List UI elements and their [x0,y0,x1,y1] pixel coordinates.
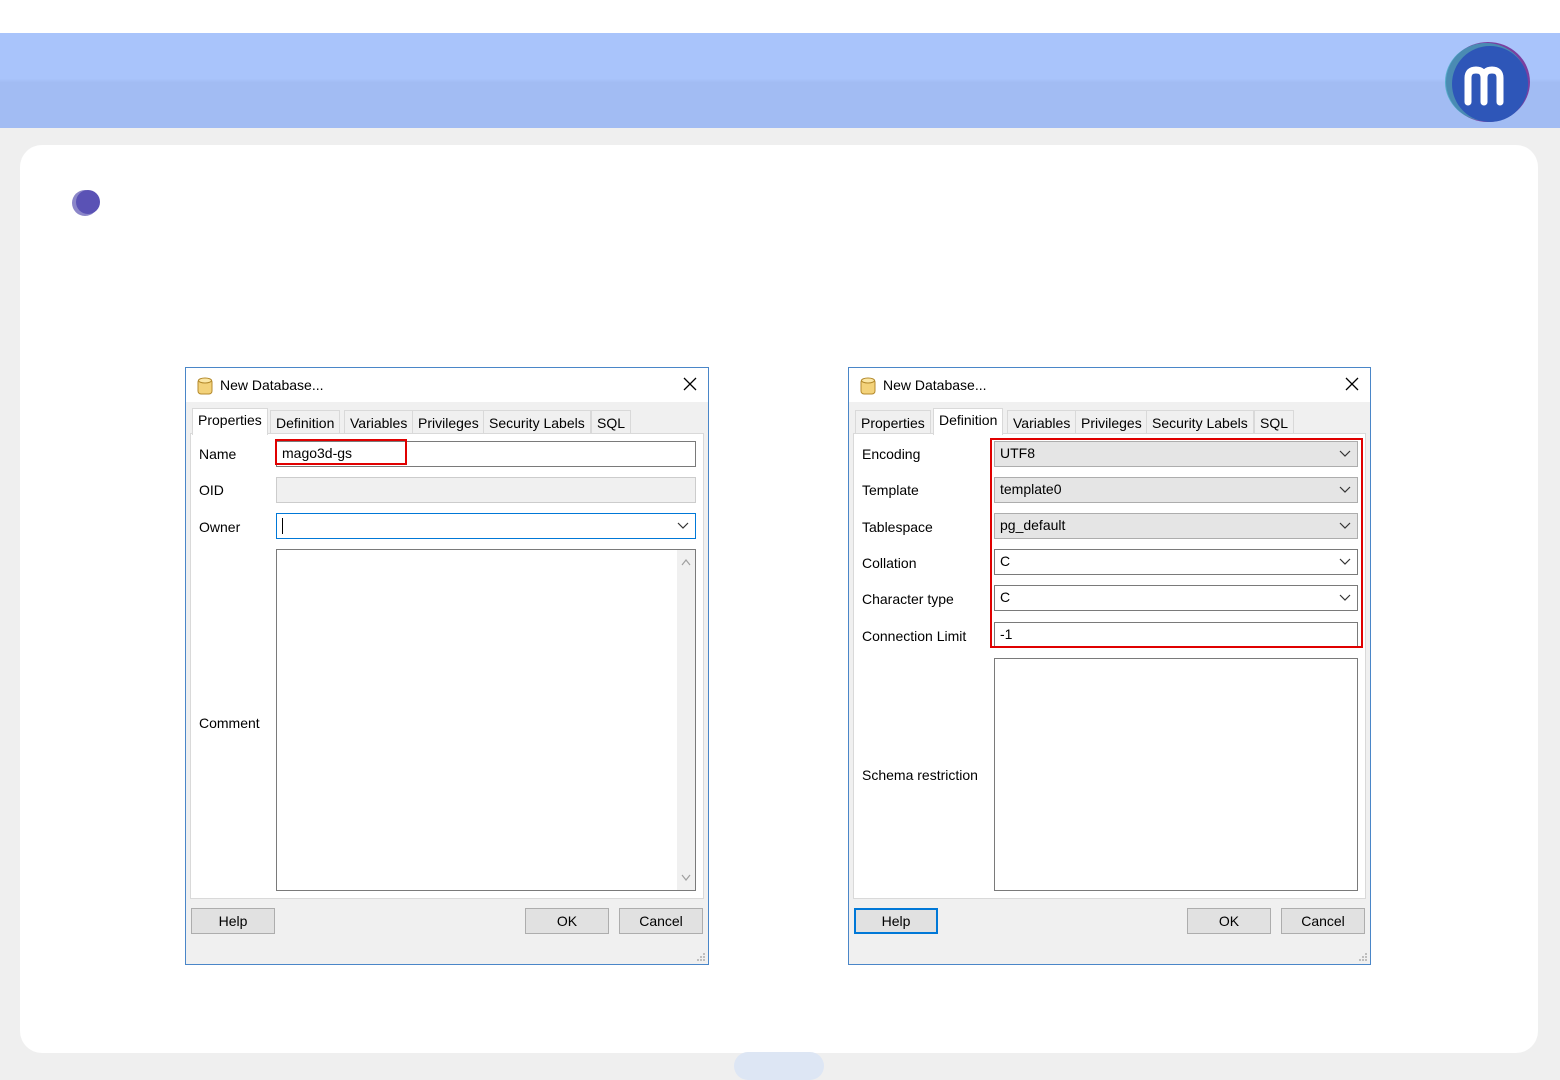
tab-definition[interactable]: Definition [270,410,341,434]
comment-label: Comment [199,715,260,731]
tab-properties[interactable]: Properties [855,410,931,434]
character-type-label: Character type [862,591,954,607]
owner-label: Owner [199,519,241,535]
tablespace-value: pg_default [1000,517,1066,533]
help-button[interactable]: Help [854,908,938,934]
tab-privileges[interactable]: Privileges [412,410,485,434]
brand-logo-icon [1445,42,1530,122]
bullet-icon [72,190,100,216]
new-database-dialog-definition: New Database... Properties Definition Va… [848,367,1371,965]
oid-input [276,477,696,503]
tab-sql[interactable]: SQL [1254,410,1295,434]
comment-scrollbar[interactable] [677,550,695,890]
tab-properties[interactable]: Properties [192,408,268,435]
header-banner [0,33,1560,128]
chevron-down-icon[interactable] [1339,450,1351,458]
scroll-up-icon[interactable] [681,558,691,566]
schema-restriction-label: Schema restriction [862,767,978,783]
cancel-button[interactable]: Cancel [1281,908,1365,934]
tab-security-labels[interactable]: Security Labels [1146,410,1254,434]
owner-combobox[interactable] [276,513,696,539]
ok-button[interactable]: OK [525,908,609,934]
oid-label: OID [199,482,224,498]
collation-combobox[interactable]: C [994,549,1358,575]
character-type-combobox[interactable]: C [994,585,1358,611]
collation-value: C [1000,553,1011,569]
definition-panel: Encoding UTF8 Template template0 Tablesp… [853,433,1366,899]
tab-variables[interactable]: Variables [344,410,414,434]
collation-label: Collation [862,555,917,571]
tab-variables[interactable]: Variables [1007,410,1077,434]
close-icon[interactable] [1344,376,1360,392]
dialog-title: New Database... [883,377,987,393]
chevron-down-icon[interactable] [1339,486,1351,494]
help-button[interactable]: Help [191,908,275,934]
ok-button[interactable]: OK [1187,908,1271,934]
tab-sql[interactable]: SQL [591,410,632,434]
connection-limit-label: Connection Limit [862,628,967,644]
tab-security-labels[interactable]: Security Labels [483,410,591,434]
tablespace-label: Tablespace [862,519,933,535]
chevron-down-icon[interactable] [1339,558,1351,566]
close-icon[interactable] [682,376,698,392]
scroll-down-icon[interactable] [681,874,691,882]
encoding-label: Encoding [862,446,921,462]
tab-definition[interactable]: Definition [933,408,1004,435]
encoding-select[interactable]: UTF8 [994,441,1358,467]
tab-privileges[interactable]: Privileges [1075,410,1148,434]
name-label: Name [199,446,237,462]
tablespace-select[interactable]: pg_default [994,513,1358,539]
text-caret [282,518,283,535]
character-type-value: C [1000,589,1011,605]
name-input[interactable]: mago3d-gs [276,441,696,467]
template-value: template0 [1000,481,1062,497]
new-database-dialog-properties: New Database... Properties Definition Va… [185,367,709,965]
dialog-title: New Database... [220,377,324,393]
resize-grip-icon[interactable] [696,952,706,962]
database-icon [197,377,213,395]
properties-panel: Name mago3d-gs OID Owner Comment [190,433,704,899]
chevron-down-icon[interactable] [677,522,689,530]
dialog-titlebar: New Database... [849,368,1370,402]
cancel-button[interactable]: Cancel [619,908,703,934]
dialog-titlebar: New Database... [186,368,708,402]
schema-restriction-textarea[interactable] [994,658,1358,891]
connection-limit-input[interactable]: -1 [994,622,1358,648]
resize-grip-icon[interactable] [1358,952,1368,962]
database-icon [860,377,876,395]
encoding-value: UTF8 [1000,445,1035,461]
comment-textarea[interactable] [276,549,696,891]
page-indicator [734,1052,824,1080]
chevron-down-icon[interactable] [1339,522,1351,530]
template-select[interactable]: template0 [994,477,1358,503]
chevron-down-icon[interactable] [1339,594,1351,602]
top-strip [0,0,1560,33]
template-label: Template [862,482,919,498]
